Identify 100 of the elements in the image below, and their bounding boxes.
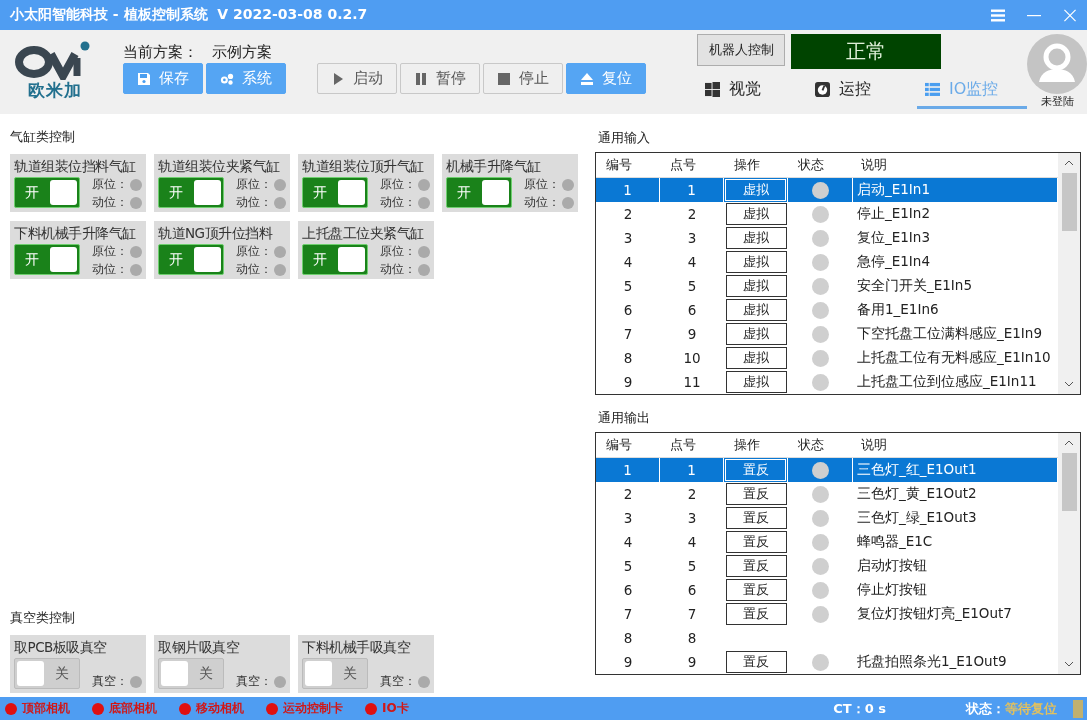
toggle-switch[interactable]: 开 [14, 244, 80, 275]
avatar-icon[interactable] [1027, 34, 1087, 94]
table-cell: 6 [687, 582, 697, 598]
table-row[interactable]: 8 10 虚拟 上托盘工位有无料感应_E1In10 [596, 346, 1058, 370]
status-dot [812, 581, 829, 599]
status-dot [812, 605, 829, 623]
table-cell: 3 [687, 510, 697, 526]
robot-control-button[interactable]: 机器人控制 [697, 34, 785, 66]
table-cell: 三色灯_红_E1Out1 [857, 461, 977, 479]
scroll-down-icon[interactable] [1064, 661, 1074, 667]
status-dot [812, 205, 829, 223]
scrollbar-thumb[interactable] [1061, 453, 1077, 511]
column-header: 状态 [797, 436, 825, 454]
toggle-switch[interactable]: 开 [14, 177, 80, 208]
toggle-switch[interactable]: 开 [158, 177, 224, 208]
sensor-label: 原位： [380, 177, 416, 192]
scrollbar[interactable] [1058, 433, 1080, 674]
indicator-dot [5, 702, 17, 715]
sensor-dot [418, 245, 430, 258]
table-row[interactable]: 1 1 置反 三色灯_红_E1Out1 [596, 458, 1058, 482]
action-button[interactable]: 虚拟 [725, 275, 787, 297]
action-button[interactable]: 置反 [725, 651, 787, 673]
sensor-label: 原位： [92, 177, 128, 192]
action-button[interactable]: 虚拟 [725, 251, 787, 273]
close-icon[interactable] [1063, 8, 1077, 22]
scroll-down-icon[interactable] [1064, 381, 1074, 387]
action-button[interactable]: 虚拟 [725, 347, 787, 369]
action-button[interactable]: 虚拟 [725, 203, 787, 225]
column-header: 操作 [733, 436, 761, 454]
tab[interactable]: 运控 [807, 77, 917, 109]
table-cell: 2 [687, 206, 697, 222]
scrollbar[interactable] [1058, 153, 1080, 394]
table-cell: 启动_E1In1 [857, 181, 930, 199]
action-button[interactable]: 置反 [725, 531, 787, 553]
sensor-dot [418, 263, 430, 276]
table-row[interactable]: 6 6 虚拟 备用1_E1In6 [596, 298, 1058, 322]
action-button[interactable]: 置反 [725, 603, 787, 625]
table-row[interactable]: 4 4 虚拟 急停_E1In4 [596, 250, 1058, 274]
sensor-label: 真空： [380, 674, 416, 689]
sensor-dot [562, 196, 574, 209]
table-cell: 1 [623, 182, 632, 198]
toggle-switch[interactable]: 开 [158, 244, 224, 275]
toggle-switch[interactable]: 开 [302, 177, 368, 208]
table-row[interactable]: 5 5 置反 启动灯按钮 [596, 554, 1058, 578]
sensor-dot [562, 178, 574, 191]
action-button[interactable]: 虚拟 [725, 179, 786, 201]
table-row[interactable]: 7 9 虚拟 下空托盘工位满料感应_E1In9 [596, 322, 1058, 346]
toolbar-button[interactable]: 启动 [316, 63, 397, 94]
column-header: 点号 [669, 436, 697, 454]
toolbar-button[interactable]: 停止 [482, 63, 563, 94]
toggle-switch[interactable]: 关 [158, 658, 224, 689]
card-title: 取钢片吸真空 [158, 639, 239, 655]
sensor-label: 动位： [92, 195, 128, 210]
menu-icon[interactable] [991, 8, 1005, 22]
sensor-dot [274, 675, 286, 688]
toggle-switch[interactable]: 关 [14, 658, 80, 689]
sensor-dot [418, 196, 430, 209]
sensor-dot [130, 178, 142, 191]
table-cell: 8 [623, 350, 633, 366]
table-row[interactable]: 2 2 置反 三色灯_黄_E1Out2 [596, 482, 1058, 506]
toggle-switch[interactable]: 关 [302, 658, 368, 689]
table-row[interactable]: 5 5 虚拟 安全门开关_E1In5 [596, 274, 1058, 298]
sensor-dot [274, 263, 286, 276]
scheme-value: 示例方案 [211, 43, 272, 63]
status-dot [811, 461, 829, 479]
table-row[interactable]: 4 4 置反 蜂鸣器_E1C [596, 530, 1058, 554]
table-cell: 2 [623, 206, 633, 222]
table-cell: 10 [683, 350, 701, 366]
table-row[interactable]: 9 9 置反 托盘拍照条光1_E1Out9 [596, 650, 1058, 674]
toolbar-button[interactable]: 暂停 [399, 63, 480, 94]
table-row[interactable]: 6 6 置反 停止灯按钮 [596, 578, 1058, 602]
table-row[interactable]: 9 11 虚拟 上托盘工位到位感应_E1In11 [596, 370, 1058, 394]
sensor-label: 动位： [524, 195, 560, 210]
action-button[interactable]: 置反 [725, 555, 787, 577]
status-display: 正常 [791, 34, 941, 69]
table-row[interactable]: 8 8 [596, 626, 1058, 650]
table-cell: 6 [623, 582, 633, 598]
table-row[interactable]: 1 1 虚拟 启动_E1In1 [596, 178, 1058, 202]
action-button[interactable]: 虚拟 [725, 371, 787, 393]
action-button[interactable]: 置反 [725, 483, 787, 505]
status-dot [812, 349, 829, 367]
toggle-switch[interactable]: 开 [302, 244, 368, 275]
table-row[interactable]: 3 3 虚拟 复位_E1In3 [596, 226, 1058, 250]
toggle-switch[interactable]: 开 [446, 177, 512, 208]
action-button[interactable]: 置反 [725, 459, 786, 481]
table-row[interactable]: 3 3 置反 三色灯_绿_E1Out3 [596, 506, 1058, 530]
scroll-up-icon[interactable] [1064, 160, 1074, 166]
action-button[interactable]: 置反 [725, 507, 787, 529]
action-button[interactable]: 虚拟 [725, 299, 787, 321]
resize-grip[interactable] [1073, 699, 1083, 718]
table-row[interactable]: 7 7 置反 复位灯按钮灯亮_E1Out7 [596, 602, 1058, 626]
table-row[interactable]: 2 2 虚拟 停止_E1In2 [596, 202, 1058, 226]
sensor-label: 原位： [236, 244, 272, 259]
action-button[interactable]: 虚拟 [725, 323, 787, 345]
action-button[interactable]: 置反 [725, 579, 787, 601]
table-cell: 1 [623, 462, 632, 478]
tab[interactable]: 视觉 [697, 77, 807, 109]
action-button[interactable]: 虚拟 [725, 227, 787, 249]
scroll-up-icon[interactable] [1064, 440, 1074, 446]
scrollbar-thumb[interactable] [1061, 173, 1077, 231]
